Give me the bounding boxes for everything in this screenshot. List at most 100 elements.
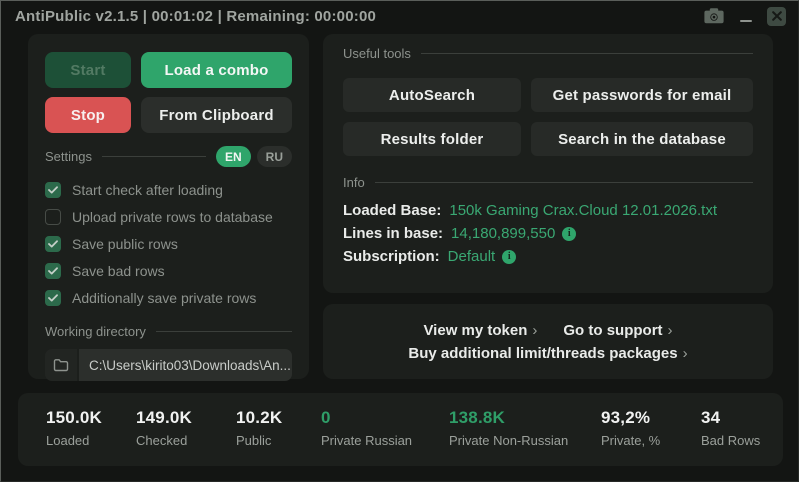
useful-tools-label: Useful tools	[343, 46, 411, 61]
links-panel: View my token › Go to support › Buy additi…	[323, 304, 773, 379]
info-rows: Loaded Base: 150k Gaming Crax.Cloud 12.0…	[343, 199, 753, 268]
language-ru-button[interactable]: RU	[257, 146, 292, 167]
minimize-button[interactable]	[738, 7, 754, 25]
chevron-right-icon: ›	[683, 345, 688, 362]
checkbox-save-public-rows[interactable]: Save public rows	[45, 235, 292, 253]
results-folder-button[interactable]: Results folder	[343, 122, 521, 156]
checkbox-additionally-save-private-rows[interactable]: Additionally save private rows	[45, 289, 292, 307]
divider	[102, 156, 206, 157]
chevron-right-icon: ›	[668, 322, 673, 339]
working-directory-label: Working directory	[45, 324, 146, 339]
stat-private-percent: 93,2% Private, %	[601, 408, 660, 448]
go-to-support-link[interactable]: Go to support ›	[563, 322, 672, 339]
stat-private-non-russian: 138.8K Private Non-Russian	[449, 408, 568, 448]
run-buttons: Start Load a combo Stop From Clipboard	[45, 52, 292, 133]
chevron-right-icon: ›	[532, 322, 537, 339]
stat-value: 93,2%	[601, 408, 660, 428]
checkbox-icon	[45, 263, 61, 279]
info-row-lines-in-base: Lines in base: 14,180,899,550	[343, 222, 753, 245]
checkbox-save-bad-rows[interactable]: Save bad rows	[45, 262, 292, 280]
divider	[421, 53, 753, 54]
stat-private-russian: 0 Private Russian	[321, 408, 412, 448]
info-row-value: 150k Gaming Crax.Cloud 12.01.2026.txt	[449, 202, 717, 219]
buy-packages-link[interactable]: Buy additional limit/threads packages ›	[408, 345, 687, 362]
browse-folder-button[interactable]	[45, 349, 79, 381]
info-row-value: Default	[448, 248, 496, 265]
stat-label: Checked	[136, 433, 192, 448]
checkbox-icon	[45, 209, 61, 225]
stat-checked: 149.0K Checked	[136, 408, 192, 448]
divider	[156, 331, 292, 332]
get-passwords-button[interactable]: Get passwords for email	[531, 78, 753, 112]
stat-label: Private, %	[601, 433, 660, 448]
info-icon[interactable]	[562, 227, 576, 241]
stat-value: 138.8K	[449, 408, 568, 428]
link-text: View my token	[423, 322, 527, 339]
checkbox-label: Upload private rows to database	[72, 209, 273, 225]
titlebar: AntiPublic v2.1.5 | 00:01:02 | Remaining…	[1, 1, 798, 31]
links-line-1: View my token › Go to support ›	[423, 322, 672, 339]
close-button[interactable]	[767, 7, 786, 26]
info-row-label: Subscription:	[343, 248, 440, 265]
checkbox-icon	[45, 236, 61, 252]
checkbox-upload-private-rows[interactable]: Upload private rows to database	[45, 208, 292, 226]
stat-value: 149.0K	[136, 408, 192, 428]
stat-label: Bad Rows	[701, 433, 760, 448]
checkbox-label: Additionally save private rows	[72, 290, 256, 306]
link-text: Buy additional limit/threads packages	[408, 345, 677, 362]
checkbox-start-check-after-loading[interactable]: Start check after loading	[45, 181, 292, 199]
close-icon	[772, 11, 782, 21]
stat-label: Public	[236, 433, 282, 448]
working-directory-header: Working directory	[45, 324, 292, 339]
info-icon[interactable]	[502, 250, 516, 264]
stop-button[interactable]: Stop	[45, 97, 131, 133]
link-text: Go to support	[563, 322, 662, 339]
checkbox-label: Save public rows	[72, 236, 178, 252]
control-panel: Start Load a combo Stop From Clipboard S…	[28, 34, 309, 379]
stat-public: 10.2K Public	[236, 408, 282, 448]
minimize-icon	[740, 20, 752, 22]
stat-loaded: 150.0K Loaded	[46, 408, 102, 448]
links-line-2: Buy additional limit/threads packages ›	[408, 345, 687, 362]
checkbox-icon	[45, 290, 61, 306]
from-clipboard-button[interactable]: From Clipboard	[141, 97, 292, 133]
info-row-value: 14,180,899,550	[451, 225, 555, 242]
stat-label: Private Russian	[321, 433, 412, 448]
window-title: AntiPublic v2.1.5 | 00:01:02 | Remaining…	[15, 8, 376, 25]
checkbox-label: Start check after loading	[72, 182, 223, 198]
working-directory-path[interactable]: C:\Users\kirito03\Downloads\An...	[79, 349, 292, 381]
settings-label: Settings	[45, 149, 92, 164]
checkbox-label: Save bad rows	[72, 263, 165, 279]
stat-value: 0	[321, 408, 412, 428]
stat-value: 150.0K	[46, 408, 102, 428]
autosearch-button[interactable]: AutoSearch	[343, 78, 521, 112]
stat-label: Loaded	[46, 433, 102, 448]
settings-header: Settings EN RU	[45, 146, 292, 167]
info-row-subscription: Subscription: Default	[343, 245, 753, 268]
app-window: AntiPublic v2.1.5 | 00:01:02 | Remaining…	[0, 0, 799, 482]
tools-info-panel: Useful tools AutoSearch Get passwords fo…	[323, 34, 773, 293]
useful-tools-header: Useful tools	[343, 46, 753, 61]
checkbox-icon	[45, 182, 61, 198]
search-database-button[interactable]: Search in the database	[531, 122, 753, 156]
titlebar-icons	[703, 7, 786, 26]
view-token-link[interactable]: View my token ›	[423, 322, 537, 339]
stat-value: 10.2K	[236, 408, 282, 428]
info-row-loaded-base: Loaded Base: 150k Gaming Crax.Cloud 12.0…	[343, 199, 753, 222]
info-row-label: Lines in base:	[343, 225, 443, 242]
load-combo-button[interactable]: Load a combo	[141, 52, 292, 88]
working-directory-row: C:\Users\kirito03\Downloads\An...	[45, 349, 292, 381]
stat-bad-rows: 34 Bad Rows	[701, 408, 760, 448]
stat-value: 34	[701, 408, 760, 428]
info-header: Info	[343, 175, 753, 190]
folder-icon	[53, 358, 69, 372]
screenshot-camera-icon[interactable]	[703, 7, 725, 25]
language-en-button[interactable]: EN	[216, 146, 251, 167]
start-button[interactable]: Start	[45, 52, 131, 88]
divider	[375, 182, 753, 183]
useful-tools-buttons: AutoSearch Get passwords for email Resul…	[343, 78, 753, 156]
stats-bar: 150.0K Loaded 149.0K Checked 10.2K Publi…	[18, 393, 783, 466]
settings-checkboxes: Start check after loading Upload private…	[45, 181, 292, 307]
info-label: Info	[343, 175, 365, 190]
stat-label: Private Non-Russian	[449, 433, 568, 448]
